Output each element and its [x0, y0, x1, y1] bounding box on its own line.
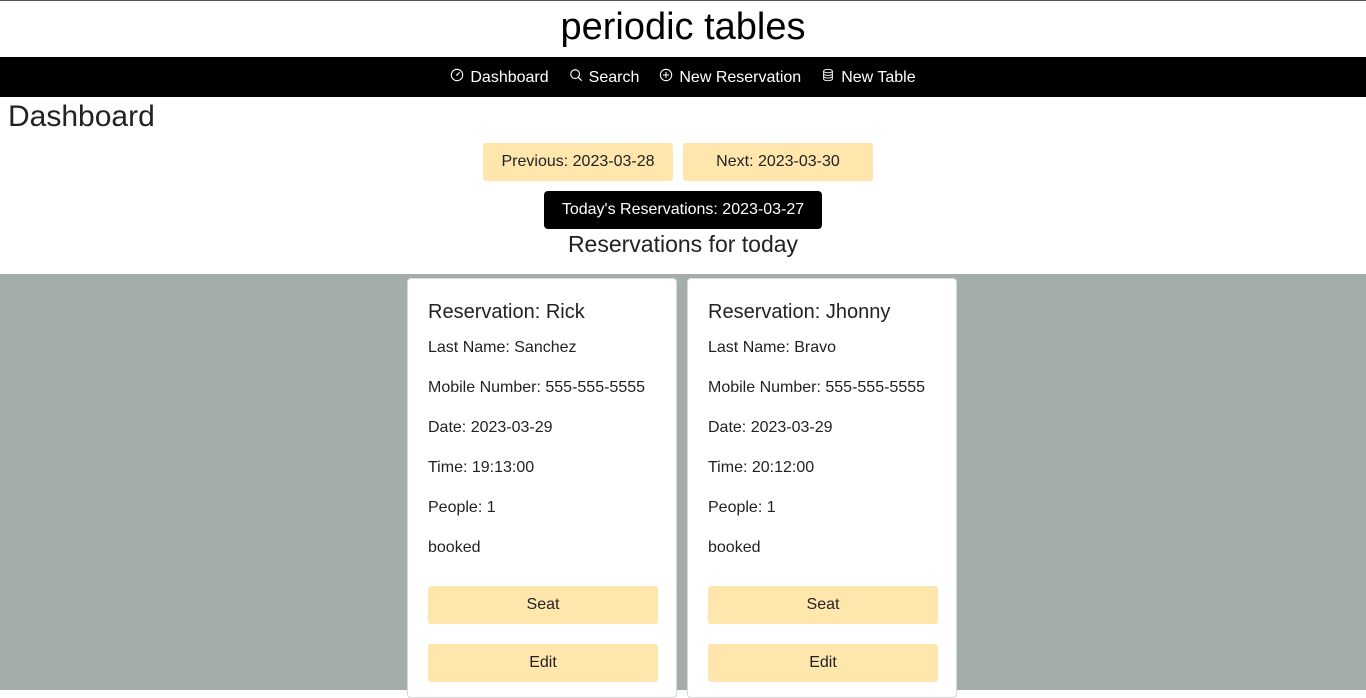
- nav-item-label: Search: [588, 69, 640, 86]
- next-date-button[interactable]: Next: 2023-03-30: [683, 143, 873, 181]
- edit-button[interactable]: Edit: [708, 644, 938, 682]
- database-icon: [823, 68, 834, 82]
- reservation-mobile: Mobile Number: 555-555-5555: [708, 379, 926, 396]
- seat-button[interactable]: Seat: [428, 586, 658, 624]
- nav-item-label: New Reservation: [679, 69, 802, 86]
- nav-item-label: New Table: [841, 69, 916, 86]
- reservation-title: Reservation: Jhonny: [708, 301, 891, 323]
- section-heading: Reservations for today: [567, 231, 799, 257]
- nav-item-search[interactable]: Search: [569, 67, 640, 87]
- reservation-time: Time: 20:12:00: [708, 459, 815, 476]
- reservation-status: booked: [708, 539, 761, 556]
- nav-item-new-reservation[interactable]: New Reservation: [659, 67, 801, 87]
- reservation-date: Date: 2023-03-29: [708, 419, 833, 436]
- previous-date-button[interactable]: Previous: 2023-03-28: [483, 143, 673, 181]
- nav-item-new-table[interactable]: New Table: [821, 67, 916, 87]
- reservation-date: Date: 2023-03-29: [428, 419, 553, 436]
- reservation-card: Reservation: Rick Last Name: Sanchez Mob…: [407, 278, 677, 698]
- search-icon: [569, 69, 582, 82]
- seat-button[interactable]: Seat: [708, 586, 938, 624]
- navbar: Dashboard Search New Reservation New Tab…: [0, 57, 1366, 97]
- reservation-people: People: 1: [708, 499, 776, 516]
- top-border: [0, 0, 1366, 1]
- app-title: periodic tables: [560, 6, 806, 48]
- reservation-title: Reservation: Rick: [428, 301, 585, 323]
- nav-item-dashboard[interactable]: Dashboard: [450, 67, 549, 87]
- reservations-area: [0, 274, 1366, 690]
- reservation-last-name: Last Name: Bravo: [708, 339, 837, 356]
- reservation-last-name: Last Name: Sanchez: [428, 339, 577, 356]
- nav-item-label: Dashboard: [470, 69, 549, 86]
- edit-button[interactable]: Edit: [428, 644, 658, 682]
- reservation-status: booked: [428, 539, 481, 556]
- dashboard-icon: [451, 68, 464, 82]
- reservation-people: People: 1: [428, 499, 496, 516]
- reservation-mobile: Mobile Number: 555-555-5555: [428, 379, 646, 396]
- reservation-card: Reservation: Jhonny Last Name: Bravo Mob…: [687, 278, 957, 698]
- plus-circle-icon: [660, 68, 673, 82]
- today-reservations-button[interactable]: Today's Reservations: 2023-03-27: [544, 191, 822, 229]
- reservation-time: Time: 19:13:00: [428, 459, 535, 476]
- page-title: Dashboard: [8, 100, 155, 133]
